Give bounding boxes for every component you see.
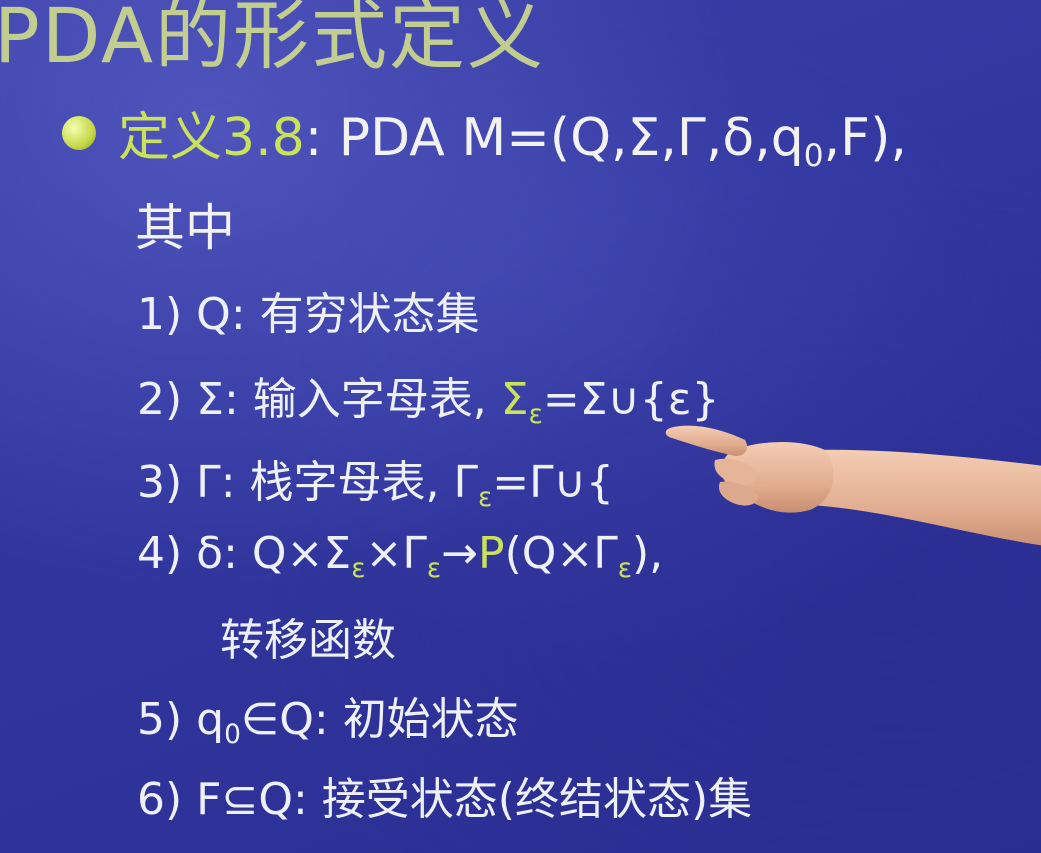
delta-arrow: →	[441, 528, 479, 579]
delta-expr-a: Q×Σ	[251, 528, 352, 579]
delta-expr-b: ×Γ	[365, 528, 427, 579]
item-symbol: δ	[196, 528, 224, 579]
item-relation: ⊆Q	[221, 774, 293, 825]
delta-sub-1: ε	[351, 553, 366, 585]
item-symbol: Q	[196, 289, 231, 340]
item-description: 初始状态	[342, 694, 519, 745]
item-number: 5)	[137, 694, 183, 745]
item-1: 1) Q: 有穷状态集	[137, 289, 480, 340]
item-symbol: Γ	[196, 457, 221, 508]
sigma-epsilon-sub: ε	[528, 399, 543, 431]
item-symbol-sub: 0	[224, 719, 241, 751]
item-description: 栈字母表,	[249, 457, 440, 508]
definition-prefix: PDA M=(Q,Σ,Γ,δ,q	[322, 108, 804, 168]
slide: PDA的形式定义 定义3.8: PDA M=(Q,Σ,Γ,δ,q0,F), 其中…	[0, 0, 1041, 853]
delta-expr-d: ),	[632, 528, 664, 579]
definition-colon: :	[304, 108, 323, 168]
item-number: 2)	[137, 374, 183, 425]
item-number: 1)	[137, 289, 183, 340]
item-relation: ∈Q	[240, 694, 314, 745]
gamma-epsilon-main: Γ	[453, 457, 479, 508]
definition-line: 定义3.8: PDA M=(Q,Σ,Γ,δ,q0,F),	[118, 95, 907, 174]
item-4-continuation: 转移函数	[220, 615, 396, 666]
item-symbol: Σ	[196, 374, 224, 425]
sigma-epsilon-main: Σ	[500, 374, 529, 425]
gamma-epsilon-rest: =Γ∪{	[492, 457, 614, 508]
item-6: 6) F⊆Q: 接受状态(终结状态)集	[137, 774, 753, 825]
item-description: 有穷状态集	[259, 289, 480, 340]
item-symbol: F	[196, 774, 222, 825]
definition-q0-sub: 0	[803, 137, 824, 174]
item-symbol: q	[196, 694, 225, 745]
item-number: 4)	[137, 528, 183, 579]
pointing-hand-image	[665, 425, 1041, 546]
definition-suffix: ,F),	[823, 108, 907, 168]
item-description: 输入字母表,	[252, 374, 487, 425]
item-3: 3) Γ: 栈字母表, Γε=Γ∪{	[137, 457, 614, 514]
delta-expr-c: (Q×Γ	[504, 528, 618, 579]
delta-power-set: P	[478, 528, 505, 579]
item-4: 4) δ: Q×Σε×Γε→P(Q×Γε),	[137, 528, 664, 585]
gamma-epsilon-sub: ε	[478, 482, 493, 514]
item-number: 6)	[137, 774, 183, 825]
item-number: 3)	[137, 457, 183, 508]
item-2: 2) Σ: 输入字母表, Σε=Σ∪{ε}	[137, 374, 720, 431]
bullet-dot-icon	[62, 116, 96, 150]
item-5: 5) q0∈Q: 初始状态	[137, 694, 519, 751]
delta-sub-3: ε	[617, 553, 633, 585]
intro-text: 其中	[135, 199, 235, 257]
item-description: 接受状态(终结状态)集	[321, 774, 753, 825]
definition-label: 定义3.8	[118, 108, 305, 168]
slide-title: PDA的形式定义	[0, 0, 546, 80]
delta-sub-2: ε	[426, 553, 442, 585]
